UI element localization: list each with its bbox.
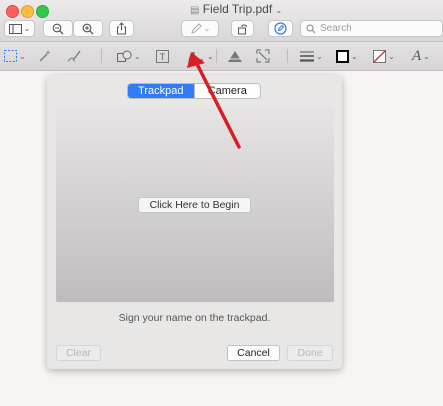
annotation-arrow-icon xyxy=(187,52,241,149)
